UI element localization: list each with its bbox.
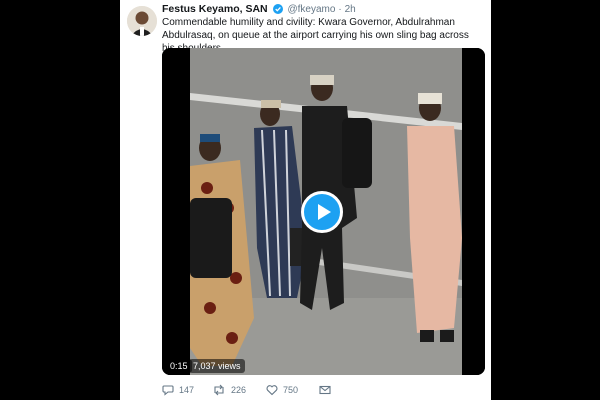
retweet-button[interactable]: 226 — [212, 384, 246, 396]
tweet-header: Festus Keyamo, SAN @fkeyamo · 2h — [162, 3, 356, 17]
reply-button[interactable]: 147 — [162, 384, 194, 396]
avatar[interactable] — [127, 6, 157, 36]
direct-message-button[interactable] — [319, 384, 336, 396]
tweet-card: Festus Keyamo, SAN @fkeyamo · 2h Commend… — [120, 0, 491, 400]
heart-icon — [266, 385, 278, 396]
timestamp[interactable]: 2h — [345, 4, 356, 15]
separator: · — [338, 4, 342, 15]
tweet-actions: 147 226 750 — [162, 384, 462, 400]
author-handle[interactable]: @fkeyamo — [287, 4, 335, 15]
avatar-image — [127, 6, 157, 36]
retweet-count: 226 — [231, 385, 247, 395]
video-player[interactable]: 0:15 7,037 views — [162, 48, 485, 375]
play-button[interactable] — [301, 191, 343, 233]
envelope-icon — [319, 385, 331, 395]
author-name[interactable]: Festus Keyamo, SAN — [162, 3, 268, 15]
like-count: 750 — [283, 385, 299, 395]
video-duration: 0:15 — [166, 359, 192, 373]
reply-icon — [162, 385, 174, 396]
retweet-icon — [214, 384, 224, 396]
like-button[interactable]: 750 — [266, 384, 298, 396]
video-views: 7,037 views — [189, 359, 245, 373]
reply-count: 147 — [179, 385, 195, 395]
play-icon — [317, 204, 331, 220]
